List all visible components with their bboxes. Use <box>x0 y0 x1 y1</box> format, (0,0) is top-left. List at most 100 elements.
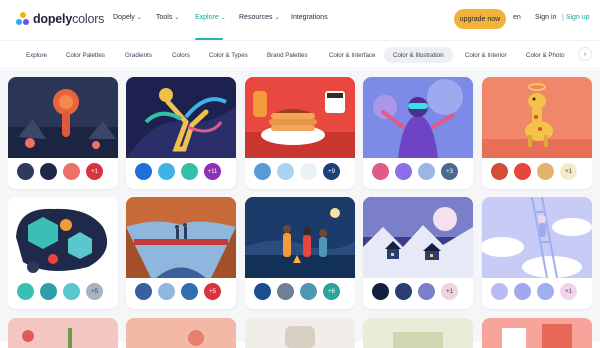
color-swatch[interactable] <box>418 163 435 180</box>
chevron-down-icon: ⌄ <box>220 15 226 21</box>
illustration-image <box>126 318 236 348</box>
tab-color-palettes[interactable]: Color Palettes <box>57 47 114 63</box>
color-swatch[interactable] <box>158 283 175 300</box>
palette-card[interactable]: +1 <box>8 77 118 189</box>
color-swatch[interactable] <box>491 163 508 180</box>
color-swatch[interactable] <box>158 163 175 180</box>
tab-gradients[interactable]: Gradients <box>116 47 161 63</box>
nav-integrations[interactable]: Integrations <box>291 14 328 21</box>
top-navigation-bar: dopelycolors Dopely ⌄ Tools ⌄ Explore ⌄ Res… <box>0 0 600 40</box>
illustration-image <box>8 197 118 278</box>
color-swatch[interactable] <box>395 163 412 180</box>
tab-color-interface[interactable]: Color & Interface <box>320 47 384 63</box>
palette-card[interactable] <box>363 318 473 348</box>
tab-colors[interactable]: Colors <box>163 47 199 63</box>
palette-card[interactable]: +3 <box>363 77 473 189</box>
nav-explore[interactable]: Explore ⌄ <box>195 14 226 21</box>
sign-in-link[interactable]: Sign in <box>535 14 556 21</box>
color-swatch[interactable] <box>40 283 57 300</box>
illustration-image <box>245 197 355 278</box>
illustration-image <box>482 318 592 348</box>
tab-color-types[interactable]: Color & Types <box>200 47 257 63</box>
color-swatch[interactable] <box>537 163 554 180</box>
more-colors-badge[interactable]: +1 <box>560 283 577 300</box>
color-swatch[interactable] <box>491 283 508 300</box>
tab-color-illustration[interactable]: Color & Illustration <box>384 47 453 63</box>
swatch-row: +9 <box>254 163 340 180</box>
more-colors-badge[interactable]: +6 <box>323 283 340 300</box>
palette-card[interactable]: +9 <box>245 77 355 189</box>
illustration-image <box>245 318 355 348</box>
dopely-logo[interactable]: dopelycolors <box>16 11 104 27</box>
illustration-image <box>126 197 236 278</box>
color-swatch[interactable] <box>181 163 198 180</box>
color-swatch[interactable] <box>277 163 294 180</box>
color-swatch[interactable] <box>254 163 271 180</box>
tab-brand-palettes[interactable]: Brand Palettes <box>258 47 317 63</box>
palette-card[interactable]: +1 <box>482 77 592 189</box>
swatch-row: +1 <box>17 163 103 180</box>
sign-up-link[interactable]: | Sign up <box>562 14 590 21</box>
palette-card[interactable] <box>8 318 118 348</box>
color-swatch[interactable] <box>63 163 80 180</box>
chevron-down-icon: ⌄ <box>136 15 142 21</box>
logo-mark-icon <box>16 12 30 26</box>
color-swatch[interactable] <box>395 283 412 300</box>
color-swatch[interactable] <box>63 283 80 300</box>
more-colors-badge[interactable]: +5 <box>204 283 221 300</box>
illustration-image <box>482 197 592 278</box>
swatch-row: +5 <box>135 283 221 300</box>
category-tabs: Explore Color Palettes Gradients Colors … <box>0 40 600 69</box>
more-colors-badge[interactable]: +9 <box>323 163 340 180</box>
chevron-right-icon[interactable]: › <box>578 47 592 61</box>
language-selector[interactable]: en <box>513 14 521 21</box>
swatch-row: +5 <box>17 283 103 300</box>
color-swatch[interactable] <box>277 283 294 300</box>
illustration-image <box>8 77 118 158</box>
color-swatch[interactable] <box>254 283 271 300</box>
nav-resources[interactable]: Resources ⌄ <box>239 14 280 21</box>
swatch-row: +1 <box>372 283 458 300</box>
color-swatch[interactable] <box>418 283 435 300</box>
palette-card[interactable] <box>245 318 355 348</box>
illustration-image <box>126 77 236 158</box>
color-swatch[interactable] <box>40 163 57 180</box>
color-swatch[interactable] <box>300 283 317 300</box>
nav-dopely[interactable]: Dopely ⌄ <box>113 14 142 21</box>
more-colors-badge[interactable]: +1 <box>441 283 458 300</box>
color-swatch[interactable] <box>514 163 531 180</box>
color-swatch[interactable] <box>300 163 317 180</box>
palette-card[interactable]: +1 <box>363 197 473 309</box>
palette-card[interactable]: +6 <box>245 197 355 309</box>
tab-explore[interactable]: Explore <box>17 47 56 63</box>
color-swatch[interactable] <box>372 163 389 180</box>
swatch-row: +1 <box>491 283 577 300</box>
color-swatch[interactable] <box>181 283 198 300</box>
more-colors-badge[interactable]: +11 <box>204 163 221 180</box>
color-swatch[interactable] <box>537 283 554 300</box>
color-swatch[interactable] <box>17 283 34 300</box>
more-colors-badge[interactable]: +5 <box>86 283 103 300</box>
swatch-row: +11 <box>135 163 221 180</box>
palette-card[interactable]: +5 <box>8 197 118 309</box>
palette-card[interactable] <box>126 318 236 348</box>
more-colors-badge[interactable]: +1 <box>560 163 577 180</box>
logo-text: dopelycolors <box>33 12 105 26</box>
palette-card[interactable]: +1 <box>482 197 592 309</box>
tab-color-interior[interactable]: Color & Interior <box>456 47 516 63</box>
color-swatch[interactable] <box>135 163 152 180</box>
more-colors-badge[interactable]: +1 <box>86 163 103 180</box>
palette-card[interactable]: +11 <box>126 77 236 189</box>
nav-tools[interactable]: Tools ⌄ <box>156 14 179 21</box>
tab-color-photo[interactable]: Color & Photo <box>517 47 574 63</box>
palette-card[interactable] <box>482 318 592 348</box>
palette-card[interactable]: +5 <box>126 197 236 309</box>
swatch-row: +3 <box>372 163 458 180</box>
swatch-row: +1 <box>491 163 577 180</box>
color-swatch[interactable] <box>372 283 389 300</box>
color-swatch[interactable] <box>514 283 531 300</box>
upgrade-button[interactable]: upgrade now <box>454 9 506 29</box>
color-swatch[interactable] <box>135 283 152 300</box>
more-colors-badge[interactable]: +3 <box>441 163 458 180</box>
color-swatch[interactable] <box>17 163 34 180</box>
